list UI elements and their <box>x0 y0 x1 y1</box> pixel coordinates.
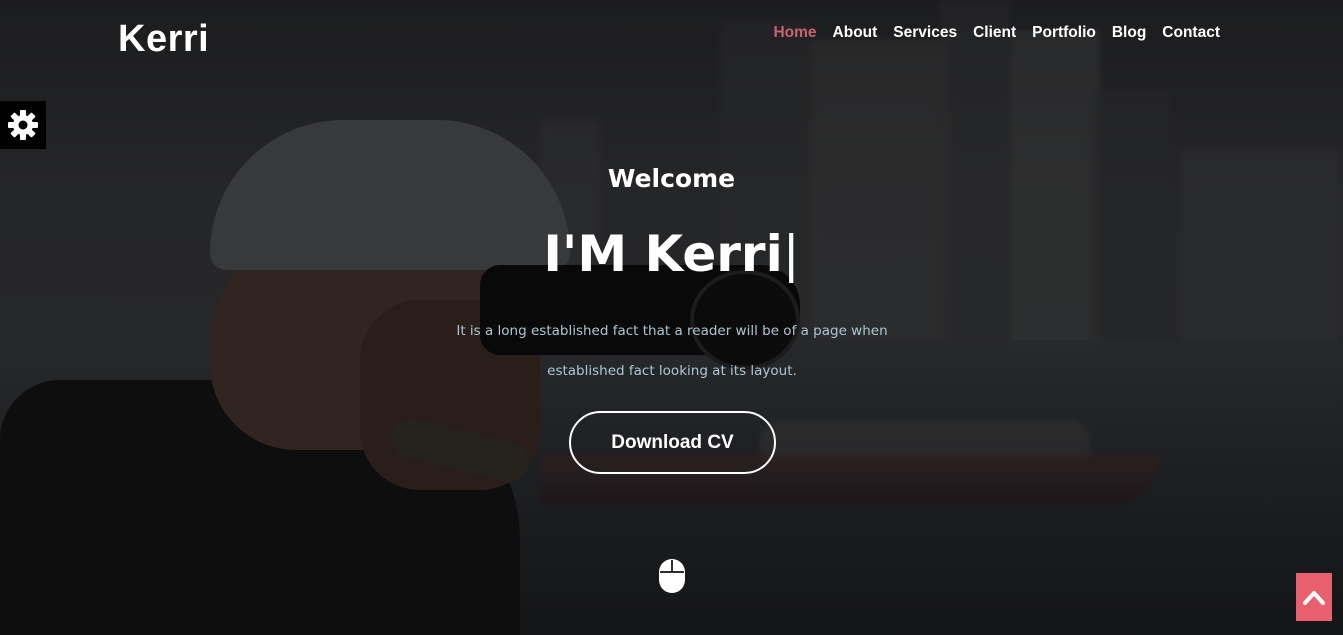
hero-description-line: established fact looking at its layout. <box>547 363 797 379</box>
nav-item-contact[interactable]: Contact <box>1162 24 1220 42</box>
hero-description-line: It is a long established fact that a rea… <box>456 323 888 339</box>
nav-item-services[interactable]: Services <box>893 24 957 42</box>
mouse-icon <box>659 559 685 593</box>
nav-item-about[interactable]: About <box>833 24 878 42</box>
hero-description: It is a long established fact that a rea… <box>421 311 923 391</box>
hero-headline-text: I'M Kerri <box>543 225 783 283</box>
back-to-top-button[interactable] <box>1296 573 1332 621</box>
hero-headline: I'M Kerri| <box>0 225 1343 283</box>
typing-caret: | <box>782 225 800 283</box>
nav-item-client[interactable]: Client <box>973 24 1016 42</box>
main-nav: Home About Services Client Portfolio Blo… <box>773 24 1220 42</box>
download-cv-button[interactable]: Download CV <box>569 411 776 474</box>
scroll-down-button[interactable] <box>658 558 686 594</box>
chevron-up-icon <box>1303 591 1325 605</box>
welcome-heading: Welcome <box>607 164 736 193</box>
nav-item-blog[interactable]: Blog <box>1112 24 1146 42</box>
site-logo[interactable]: Kerri <box>118 18 209 61</box>
settings-button[interactable] <box>0 101 46 149</box>
nav-item-home[interactable]: Home <box>773 24 816 42</box>
gear-icon <box>8 110 38 140</box>
nav-item-portfolio[interactable]: Portfolio <box>1032 24 1096 42</box>
